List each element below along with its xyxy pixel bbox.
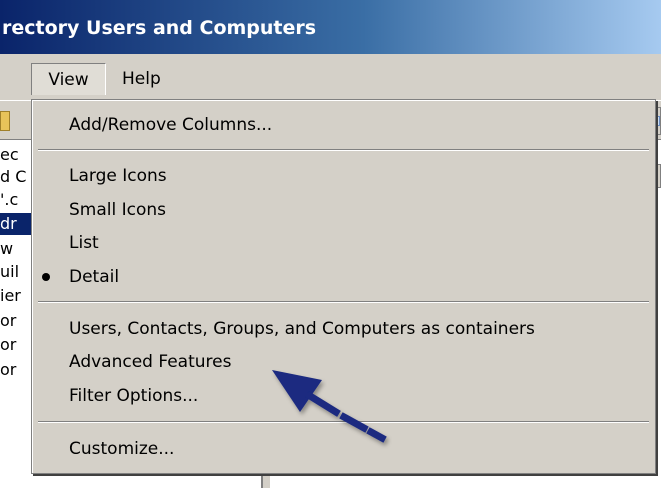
arrow-dash — [366, 427, 387, 443]
arrow-dash — [339, 412, 369, 433]
menu-item-label: Users, Contacts, Groups, and Computers a… — [69, 319, 535, 339]
menu-item-detail[interactable]: Detail — [32, 261, 655, 293]
folder-icon[interactable] — [0, 111, 10, 131]
menu-separator — [38, 301, 649, 303]
menu-item-label: Filter Options... — [69, 386, 199, 406]
menu-item-label: List — [69, 233, 99, 253]
menu-item-label: Customize... — [69, 439, 175, 459]
radio-bullet-icon — [42, 273, 50, 281]
menu-item-small-icons[interactable]: Small Icons — [32, 194, 655, 226]
window-title: rectory Users and Computers — [2, 17, 317, 39]
annotation-arrow-icon — [272, 370, 387, 443]
menu-item-add-remove-columns[interactable]: Add/Remove Columns... — [32, 109, 655, 141]
menu-help[interactable]: Help — [112, 63, 171, 95]
menu-item-users-contacts-containers[interactable]: Users, Contacts, Groups, and Computers a… — [32, 313, 655, 345]
menu-view[interactable]: View — [31, 63, 106, 95]
title-bar: rectory Users and Computers — [0, 0, 661, 54]
arrow-dash — [305, 391, 341, 417]
menu-item-label: Small Icons — [69, 200, 167, 220]
menu-item-label: Large Icons — [69, 166, 167, 186]
menu-bar: View Help — [0, 54, 661, 100]
menu-item-label: Advanced Features — [69, 352, 232, 372]
menu-item-label: Add/Remove Columns... — [69, 115, 273, 135]
menu-separator — [38, 149, 649, 151]
menu-item-label: Detail — [69, 267, 120, 287]
arrow-head — [272, 370, 322, 412]
menu-item-large-icons[interactable]: Large Icons — [32, 160, 655, 192]
menu-item-list[interactable]: List — [32, 227, 655, 259]
